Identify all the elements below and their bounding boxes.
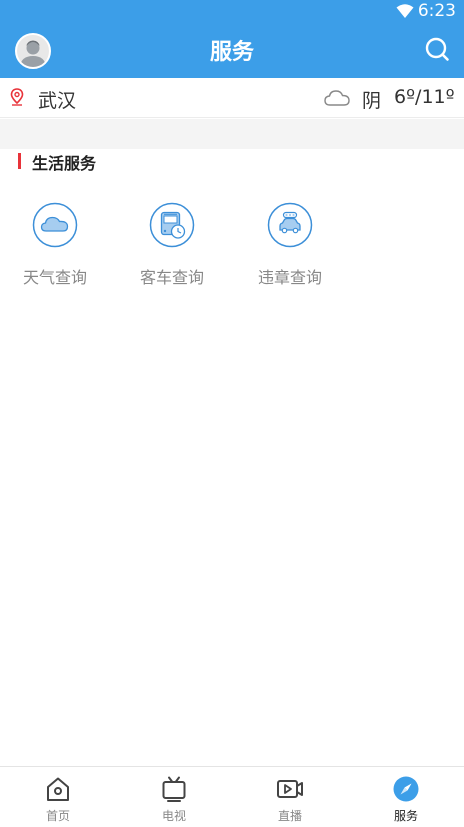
tab-services[interactable]: 服务 xyxy=(348,767,464,827)
tab-live[interactable]: 直播 xyxy=(232,767,348,827)
service-weather[interactable]: 天气查询 xyxy=(5,202,105,288)
search-icon[interactable] xyxy=(424,36,450,62)
location-pin-icon xyxy=(10,88,24,106)
service-violation[interactable]: 违章查询 xyxy=(240,202,340,288)
cloudy-weather-icon xyxy=(324,90,350,106)
status-time: 6:23 xyxy=(417,1,456,21)
tab-tv[interactable]: 电视 xyxy=(116,767,232,827)
section-divider xyxy=(0,119,464,149)
bottom-tab-bar: 首页 电视 直播 服务 xyxy=(0,766,464,827)
service-label: 客车查询 xyxy=(139,268,204,287)
service-label: 违章查询 xyxy=(257,268,322,287)
tab-label: 首页 xyxy=(45,809,70,823)
location-weather-bar: 武汉 阴 6º/11º xyxy=(0,78,464,118)
weather-condition: 阴 xyxy=(362,90,382,112)
city-name[interactable]: 武汉 xyxy=(38,86,76,113)
wifi-icon xyxy=(396,4,414,18)
weather-temperature: 6º/11º xyxy=(394,86,455,108)
section-accent-bar xyxy=(18,153,21,169)
bus-schedule-icon xyxy=(149,202,195,248)
cloud-icon xyxy=(32,202,78,248)
app-header: 服务 xyxy=(0,22,464,78)
tab-label: 电视 xyxy=(161,809,186,823)
tab-label: 直播 xyxy=(277,809,302,823)
home-icon xyxy=(47,777,69,801)
car-violation-icon xyxy=(267,202,313,248)
status-bar: 6:23 xyxy=(0,0,464,22)
page-title: 服务 xyxy=(209,40,254,65)
tab-home[interactable]: 首页 xyxy=(0,767,116,827)
service-label: 天气查询 xyxy=(22,268,87,287)
section-title: 生活服务 xyxy=(32,154,97,173)
live-video-icon xyxy=(277,780,303,798)
service-bus-schedule[interactable]: 客车查询 xyxy=(122,202,222,288)
tab-label: 服务 xyxy=(393,809,418,823)
compass-icon xyxy=(393,776,419,802)
tv-icon xyxy=(162,776,186,802)
